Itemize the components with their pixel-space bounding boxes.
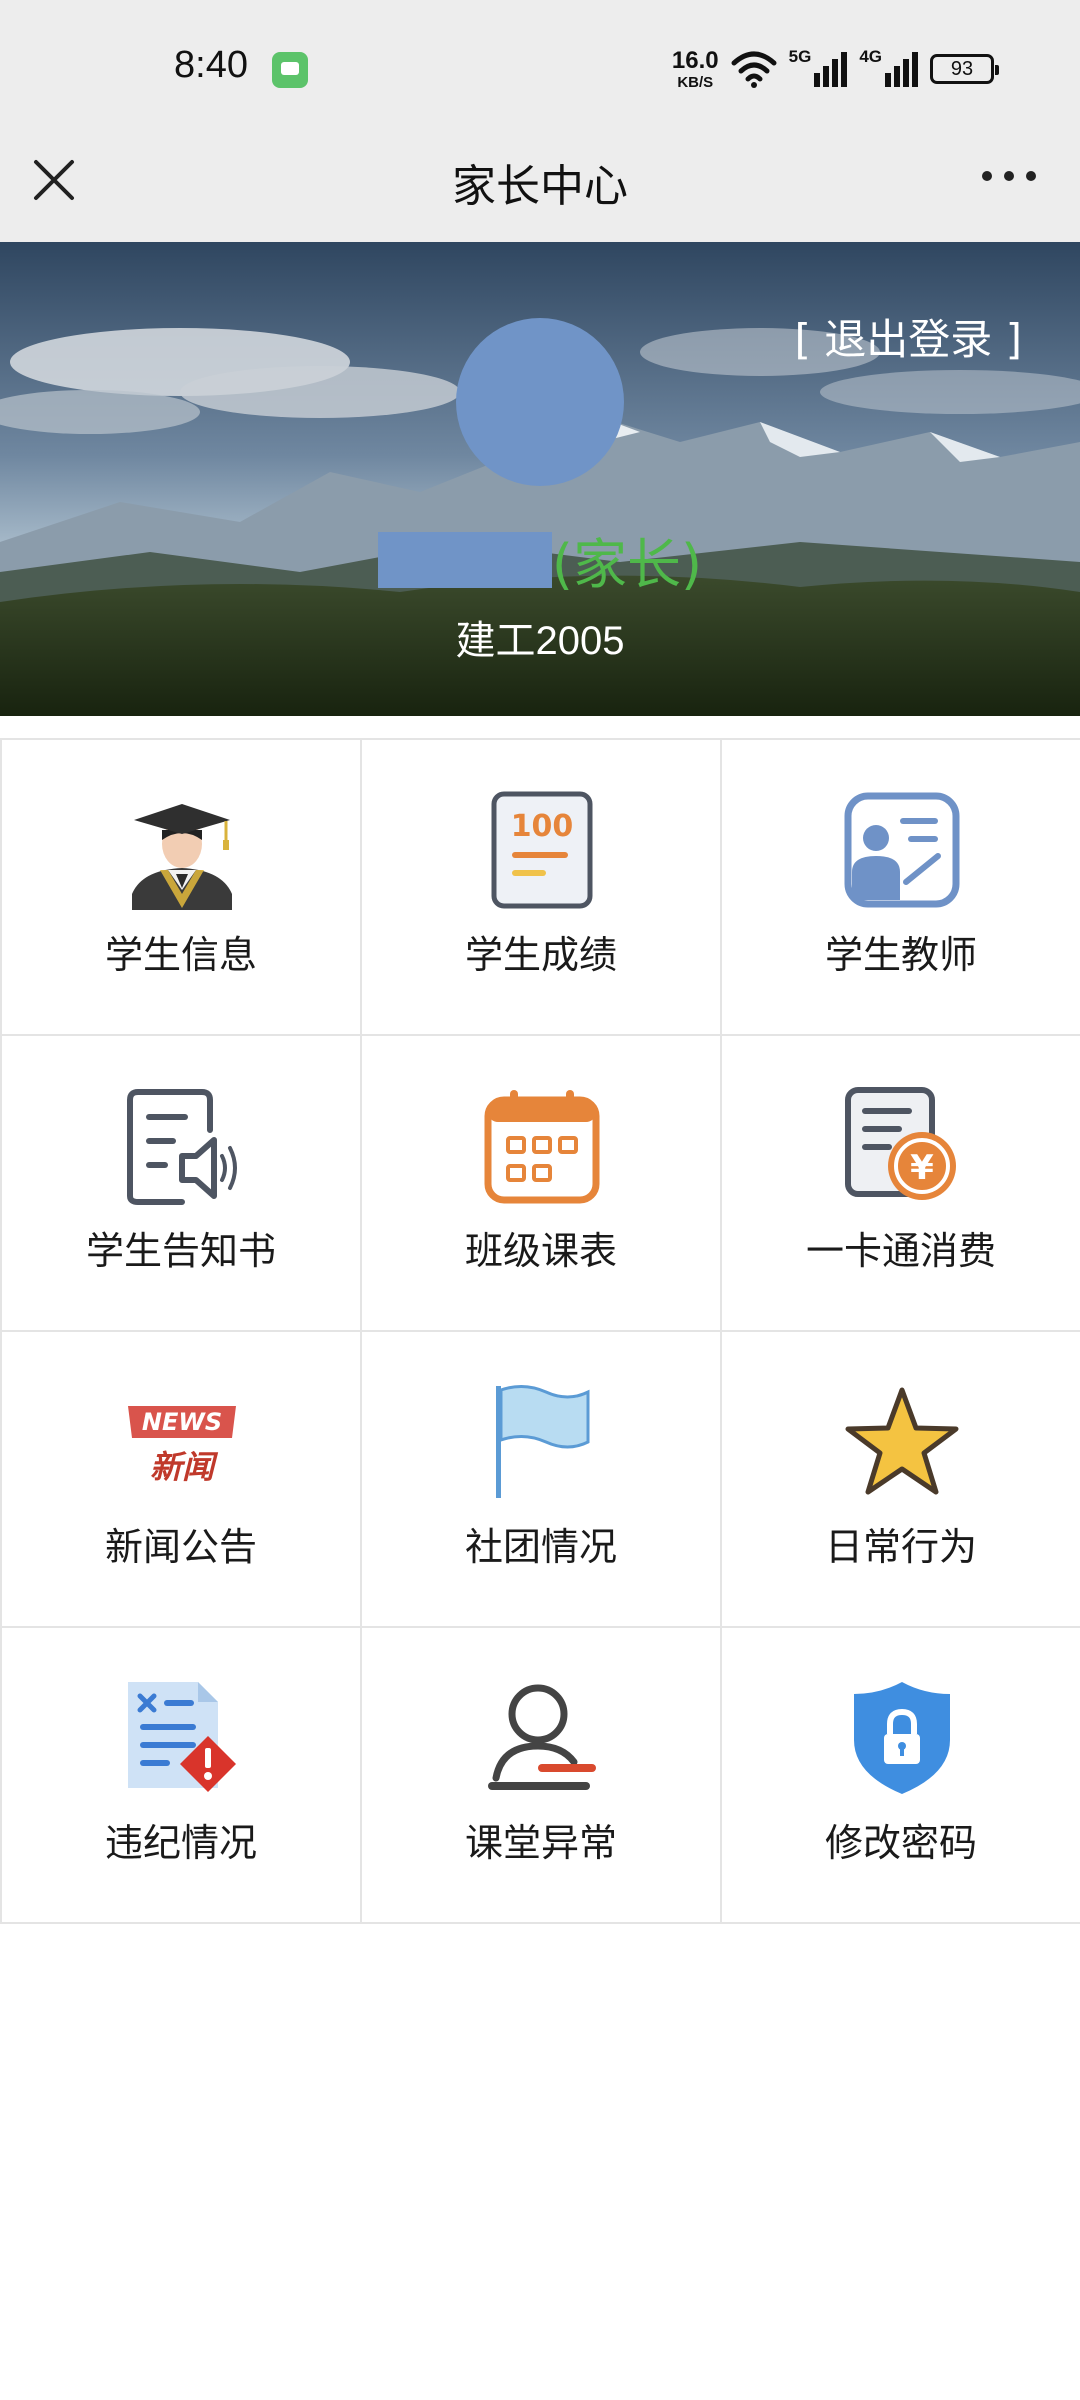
menu-label: 学生成绩 [464,933,617,977]
logout-link[interactable]: [ 退出登录 ] [795,306,1022,367]
status-time: 8:40 [174,44,248,86]
menu-label: 班级课表 [464,1229,617,1273]
menu-item-student-info[interactable]: 学生信息 [2,740,362,1036]
message-app-icon [272,52,308,88]
page-title: 家长中心 [452,161,628,212]
score-sheet-number: 100 [511,809,574,844]
avatar[interactable] [456,318,624,486]
more-dot [982,171,992,181]
menu-item-student-teachers[interactable]: 学生教师 [722,740,1080,1036]
star-icon [845,1387,959,1495]
battery-icon: 93 [930,54,999,84]
menu-label: 课堂异常 [464,1821,617,1865]
score-sheet-icon: 100 [491,791,593,909]
news-icon: NEWS 新闻 [128,1406,236,1486]
network-4g-label: 4G [859,47,882,66]
menu-label: 新闻公告 [104,1525,257,1569]
menu-label: 学生教师 [824,933,977,977]
card-payment-icon: ¥ [845,1087,956,1200]
title-bar: 家长中心 [0,136,1080,242]
menu-item-student-scores[interactable]: 100 学生成绩 [362,740,722,1036]
signal-4g-icon [885,52,918,87]
menu-item-class-schedule[interactable]: 班级课表 [362,1036,722,1332]
battery-level: 93 [950,57,974,80]
network-speed-value: 16.0 [671,46,719,74]
menu-item-clubs[interactable]: 社团情况 [362,1332,722,1628]
menu-label: 学生信息 [104,933,257,977]
menu-label: 一卡通消费 [805,1229,996,1273]
network-5g-label: 5G [788,47,812,66]
teacher-icon [844,792,960,908]
more-dot [1026,171,1036,181]
graduate-icon [132,804,232,910]
profile-banner: [ 退出登录 ] (家长) 建工2005 [0,242,1080,716]
status-bar: 8:40 16.0 KB/S 5G 4G 93 [0,0,1080,136]
menu-item-change-password[interactable]: 修改密码 [722,1628,1080,1924]
menu-item-card-payment[interactable]: ¥ 一卡通消费 [722,1036,1080,1332]
signal-5g-icon [814,52,848,87]
menu-item-news[interactable]: NEWS 新闻 新闻公告 [2,1332,362,1628]
violation-doc-icon [128,1682,236,1792]
flag-icon [496,1385,590,1498]
menu-item-student-notice[interactable]: 学生告知书 [2,1036,362,1332]
network-speed-unit: KB/S [677,73,714,91]
menu-item-violations[interactable]: 违纪情况 [2,1628,362,1924]
user-name-row: (家长) [0,520,1080,599]
status-indicators: 16.0 KB/S 5G 4G 93 [671,46,999,92]
menu-label: 社团情况 [464,1525,617,1569]
menu-item-daily-behavior[interactable]: 日常行为 [722,1332,1080,1628]
wifi-icon [731,51,777,88]
news-icon-text: NEWS [142,1408,222,1436]
menu-label: 修改密码 [824,1821,977,1865]
more-icon[interactable] [982,168,1036,184]
menu-item-class-abnormal[interactable]: 课堂异常 [362,1628,722,1924]
notice-speaker-icon [127,1089,237,1205]
user-alert-icon [488,1684,596,1790]
menu-label: 违纪情况 [104,1821,257,1865]
menu-label: 日常行为 [824,1525,977,1569]
user-role: (家长) [551,533,703,596]
user-name-redacted [377,531,552,588]
card-payment-symbol: ¥ [910,1148,934,1188]
network-speed: 16.0 KB/S [671,46,719,91]
class-name: 建工2005 [455,619,625,663]
lock-shield-icon [854,1682,950,1794]
function-grid: 学生信息 100 学生成绩 学生教师 学生告知书 班级课表 ¥ 一卡通消费 NE… [0,738,1080,1924]
more-dot [1004,171,1014,181]
news-icon-subtext: 新闻 [150,1448,219,1486]
calendar-icon [484,1090,600,1204]
menu-label: 学生告知书 [85,1229,276,1273]
